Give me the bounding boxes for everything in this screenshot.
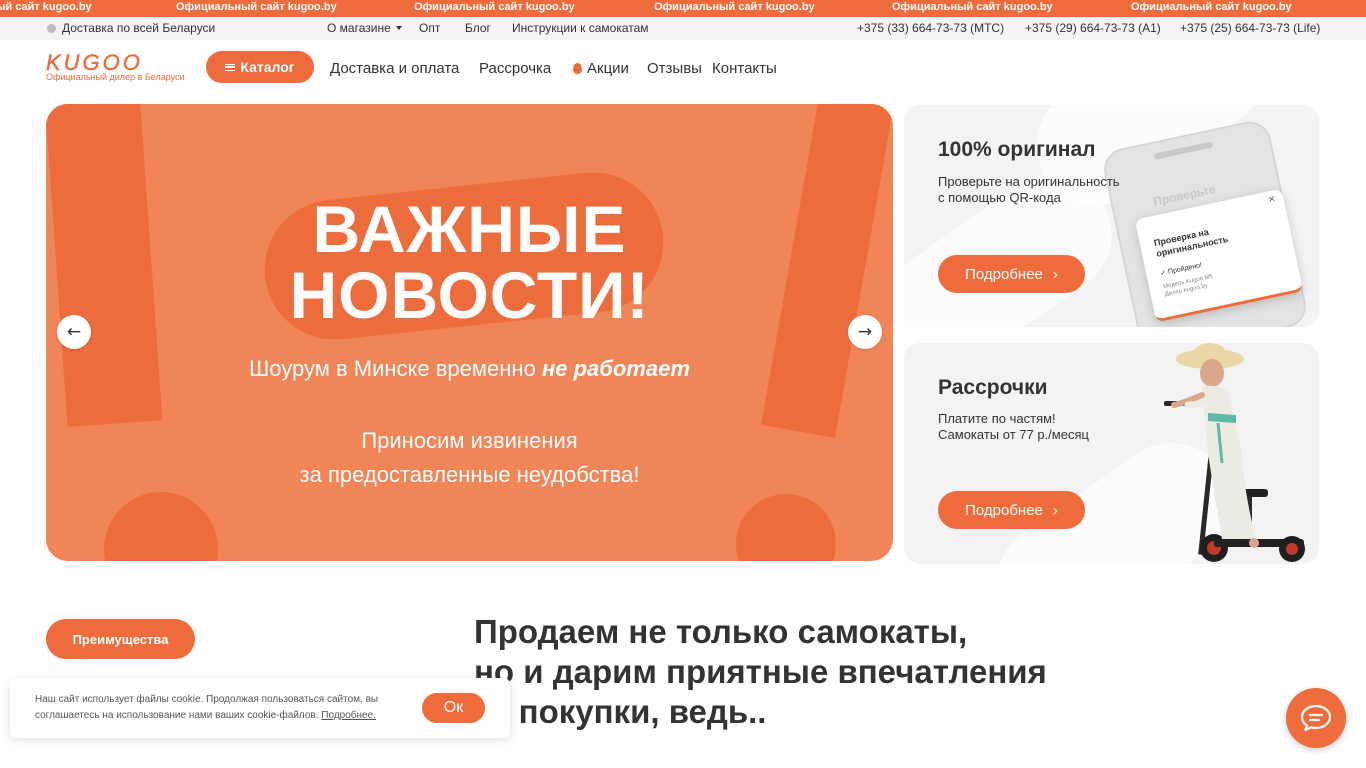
blog-link[interactable]: Блог [465, 21, 491, 35]
hero-subtitle-emphasis: не работает [541, 356, 690, 381]
button-label: Подробнее [965, 501, 1043, 519]
arrow-right-icon: → [857, 322, 873, 342]
close-icon: × [1267, 194, 1277, 206]
about-dropdown[interactable]: О магазине [327, 21, 402, 35]
hero-title: ВАЖНЫЕ НОВОСТИ! [46, 196, 893, 328]
top-info-bar: Доставка по всей Беларуси О магазине Опт… [0, 17, 1366, 40]
chevron-down-icon [395, 26, 402, 30]
original-more-button[interactable]: Подробнее › [938, 255, 1085, 293]
chevron-right-icon: › [1052, 265, 1058, 283]
wholesale-link[interactable]: Опт [419, 21, 440, 35]
installment-card[interactable]: Рассрочки Платите по частям! Самокаты от… [904, 343, 1319, 564]
catalog-label: Каталог [240, 59, 295, 75]
instructions-link[interactable]: Инструкции к самокатам [512, 21, 649, 35]
card-title: 100% оригинал [938, 138, 1096, 161]
about-label: О магазине [327, 21, 391, 35]
marquee-text: ый сайт kugoo.by [0, 1, 92, 13]
phone-a1[interactable]: +375 (29) 664-73-73 (А1) [1025, 21, 1161, 35]
phone-notch [1153, 141, 1214, 160]
marquee-text: Официальный сайт kugoo.by [1131, 1, 1292, 13]
marquee-text: Официальный сайт kugoo.by [892, 1, 1053, 13]
logo[interactable]: KUGOO Официальный дилер в Беларуси [46, 50, 186, 84]
slider-next-button[interactable]: → [848, 315, 882, 349]
hero-banner[interactable]: ВАЖНЫЕ НОВОСТИ! Шоурум в Минске временно… [46, 104, 893, 561]
nav-promotions[interactable]: Акции [573, 60, 629, 77]
nav-reviews[interactable]: Отзывы [647, 60, 702, 77]
cookie-banner: Наш сайт использует файлы cookie. Продол… [10, 678, 510, 738]
card-text: Платите по частям! Самокаты от 77 р./мес… [938, 411, 1089, 443]
globe-icon [47, 24, 56, 33]
chat-bubble-icon [1300, 704, 1332, 732]
card-text-line: Платите по частям! [938, 411, 1056, 426]
headline-line: но и дарим приятные впечатления [474, 653, 1047, 690]
card-text: Проверьте на оригинальность с помощью QR… [938, 174, 1120, 206]
chat-button[interactable] [1286, 688, 1346, 748]
section-headline: Продаем не только самокаты, но и дарим п… [474, 612, 1174, 732]
headline-line: Продаем не только самокаты, [474, 613, 968, 650]
delivery-link[interactable]: Доставка по всей Беларуси [47, 21, 215, 35]
marquee-text: Официальный сайт kugoo.by [414, 1, 575, 13]
phone-life[interactable]: +375 (25) 664-73-73 (Life) [1180, 21, 1320, 35]
cookie-ok-button[interactable]: Ок [422, 693, 485, 723]
chevron-right-icon: › [1052, 501, 1058, 519]
delivery-label: Доставка по всей Беларуси [62, 21, 216, 35]
fire-icon [573, 63, 582, 74]
cookie-text: Наш сайт использует файлы cookie. Продол… [35, 692, 405, 724]
card-title: Рассрочки [938, 376, 1048, 399]
marquee-text: Официальный сайт kugoo.by [654, 1, 815, 13]
logo-subtitle: Официальный дилер в Беларуси [46, 72, 185, 82]
decor-circle [736, 494, 836, 561]
hero-subtitle-text: Шоурум в Минске временно [249, 356, 536, 381]
original-card[interactable]: Проверьте × Проверка на оригинальность ✓… [904, 105, 1319, 327]
button-label: Подробнее [965, 265, 1043, 283]
hero-apology: Приносим извинения за предоставленные не… [46, 424, 893, 492]
popup-meta: Модель Kugoo M5 Дилер kugoo.by [1163, 273, 1216, 299]
popup-title: Проверка на оригинальность [1152, 226, 1230, 259]
hero-apology-line: Приносим извинения [361, 428, 578, 453]
nav-installment[interactable]: Рассрочка [479, 60, 551, 77]
card-text-line: с помощью QR-кода [938, 190, 1061, 205]
cookie-more-link[interactable]: Подробнее. [321, 710, 376, 721]
hero-title-line: ВАЖНЫЕ [312, 192, 627, 266]
logo-wordmark: KUGOO [46, 50, 143, 75]
hero-apology-line: за предоставленные неудобства! [299, 462, 640, 487]
catalog-button[interactable]: Каталог [206, 51, 314, 83]
marquee-banner: ый сайт kugoo.by Официальный сайт kugoo.… [0, 0, 1366, 17]
installment-more-button[interactable]: Подробнее › [938, 491, 1085, 529]
arrow-left-icon: ← [66, 322, 82, 342]
menu-icon [225, 63, 236, 71]
headline-line: от покупки, ведь.. [474, 693, 767, 730]
marquee-text: Официальный сайт kugoo.by [176, 1, 337, 13]
decor-circle [104, 492, 218, 561]
slider-prev-button[interactable]: ← [57, 315, 91, 349]
card-text-line: Самокаты от 77 р./месяц [938, 427, 1089, 442]
hero-title-line: НОВОСТИ! [289, 258, 650, 332]
advantages-button[interactable]: Преимущества [46, 619, 195, 659]
nav-promotions-label: Акции [587, 60, 629, 77]
hero-subtitle: Шоурум в Минске временно не работает [46, 356, 893, 382]
nav-delivery[interactable]: Доставка и оплата [330, 60, 459, 77]
popup-pass: ✓ Пройдено! [1159, 261, 1203, 278]
phone-mts[interactable]: +375 (33) 664-73-73 (МТС) [857, 21, 1004, 35]
card-text-line: Проверьте на оригинальность [938, 174, 1120, 189]
scooter-rider-illustration [1164, 343, 1305, 562]
nav-contacts[interactable]: Контакты [712, 60, 777, 77]
